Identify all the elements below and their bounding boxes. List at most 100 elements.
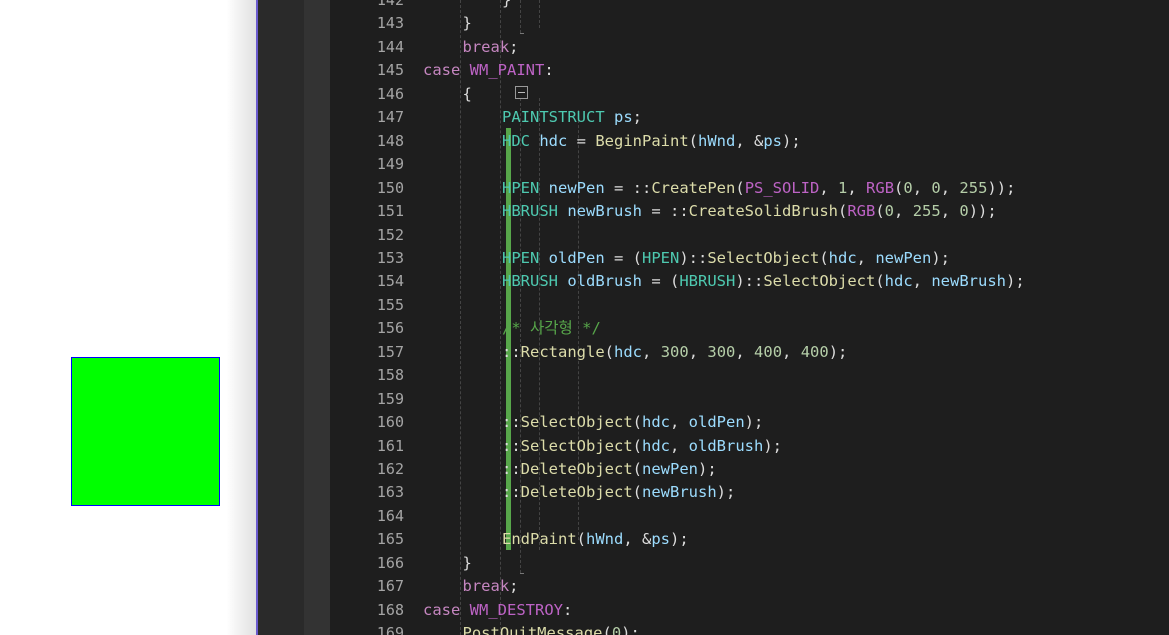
line-number: 153 — [376, 248, 404, 267]
line-number: 163 — [376, 483, 404, 502]
code-token: hdc — [642, 413, 670, 432]
line-number: 149 — [376, 155, 404, 174]
code-line[interactable]: 149 — [330, 153, 1169, 176]
code-text: PAINTSTRUCT ps; — [502, 106, 642, 129]
line-number: 165 — [376, 530, 404, 549]
code-token: ps — [614, 108, 633, 127]
code-line[interactable]: 165 EndPaint(hWnd, &ps); — [330, 528, 1169, 551]
code-line[interactable]: 147 PAINTSTRUCT ps; — [330, 106, 1169, 129]
line-number: 147 — [376, 108, 404, 127]
code-token: , & — [735, 131, 764, 150]
code-area[interactable]: 142} 143} 144 break; 145 case WM_PAINT: 146{14… — [330, 0, 1169, 635]
code-token: PostQuitMessage — [462, 624, 603, 635]
code-line[interactable]: 157::Rectangle(hdc, 300, 300, 400, 400); — [330, 341, 1169, 364]
code-token: HBRUSH — [502, 272, 558, 291]
code-token: = ( — [604, 248, 642, 267]
line-number: 166 — [376, 553, 404, 572]
code-line[interactable]: 155 — [330, 294, 1169, 317]
code-token: )); — [968, 202, 997, 221]
line-number: 161 — [376, 436, 404, 455]
code-token: = ( — [642, 272, 680, 291]
editor-gutter-strip — [258, 0, 304, 635]
code-token: EndPaint — [502, 530, 577, 549]
code-line[interactable]: 148 HDC hdc = BeginPaint(hWnd, &ps); — [330, 130, 1169, 153]
code-token: newPen — [548, 178, 605, 197]
code-line[interactable]: 168 case WM_DESTROY: — [330, 599, 1169, 622]
code-token: oldBrush — [688, 436, 764, 455]
window-shadow — [226, 0, 256, 635]
line-number: 155 — [376, 295, 404, 314]
code-token: DeleteObject — [520, 483, 633, 502]
code-line[interactable]: 160::SelectObject(hdc, oldPen); — [330, 411, 1169, 434]
code-token: ); — [621, 624, 640, 635]
code-line[interactable]: 146 { — [330, 83, 1169, 106]
code-token: newBrush — [567, 202, 642, 221]
code-token: SelectObject — [520, 436, 633, 455]
code-line[interactable]: 159 — [330, 388, 1169, 411]
code-text: HPEN newPen = ::CreatePen(PS_SOLID, 1, R… — [502, 177, 1015, 200]
line-number: 162 — [376, 460, 404, 478]
code-line[interactable]: 162::DeleteObject(newPen); — [330, 458, 1169, 481]
code-line[interactable]: 169 PostQuitMessage(0); — [330, 622, 1169, 635]
code-token: = — [567, 131, 596, 150]
code-line[interactable]: 163::DeleteObject(newBrush); — [330, 481, 1169, 504]
code-token: hdc — [614, 342, 643, 361]
code-line[interactable]: 164 — [330, 505, 1169, 528]
code-editor[interactable]: 142} 143} 144 break; 145 case WM_PAINT: 146{14… — [256, 0, 1169, 635]
code-line[interactable]: 150 HPEN newPen = ::CreatePen(PS_SOLID, 1… — [330, 177, 1169, 200]
code-line[interactable]: 161::SelectObject(hdc, oldBrush); — [330, 435, 1169, 458]
code-token: ); — [698, 460, 717, 478]
code-line[interactable]: 142} — [330, 0, 1169, 12]
code-text: PostQuitMessage(0); — [463, 622, 640, 635]
code-token: , & — [623, 530, 652, 549]
code-token: , — [688, 342, 708, 361]
code-text: EndPaint(hWnd, &ps); — [502, 528, 689, 551]
code-token: 0 — [931, 178, 941, 197]
code-line[interactable]: 156 /* 사각형 */ — [330, 317, 1169, 340]
code-token: , — [642, 342, 661, 361]
code-token: 400 — [800, 342, 829, 361]
code-token: BeginPaint — [595, 131, 689, 150]
code-token: , — [819, 178, 839, 197]
code-token: ( — [602, 624, 612, 635]
code-token: , — [912, 272, 932, 291]
line-number: 160 — [376, 413, 404, 432]
code-line[interactable]: 158 — [330, 364, 1169, 387]
line-number: 164 — [376, 506, 404, 525]
code-line[interactable]: 154 HBRUSH oldBrush = (HBRUSH)::SelectObj… — [330, 270, 1169, 293]
code-text: HDC hdc = BeginPaint(hWnd, &ps); — [502, 130, 801, 153]
code-token: newPen — [875, 248, 932, 267]
code-line[interactable]: 143} — [330, 12, 1169, 35]
code-token: ( — [837, 202, 848, 221]
code-token: ):: — [679, 248, 708, 267]
code-token: ; — [509, 577, 519, 596]
code-token: , — [847, 178, 867, 197]
code-token: ( — [688, 131, 699, 150]
code-line[interactable]: 167 break; — [330, 575, 1169, 598]
code-token: ):: — [735, 272, 764, 291]
code-line[interactable]: 144 break; — [330, 36, 1169, 59]
code-token: , — [940, 178, 960, 197]
code-token: ps — [763, 131, 783, 150]
code-token: SelectObject — [763, 272, 876, 291]
code-line[interactable]: 153 HPEN oldPen = (HPEN)::SelectObject(hd… — [330, 247, 1169, 270]
code-line[interactable]: 151 HBRUSH newBrush = ::CreateSolidBrush(… — [330, 200, 1169, 223]
code-token: DeleteObject — [520, 460, 633, 478]
code-token: hdc — [884, 272, 913, 291]
code-token: 255 — [959, 178, 988, 197]
code-token: ( — [875, 202, 885, 221]
code-token: Rectangle — [520, 342, 605, 361]
code-text: break; — [463, 36, 519, 59]
code-token: RGB — [847, 202, 876, 221]
code-line[interactable]: 152 — [330, 224, 1169, 247]
code-token: HPEN — [502, 248, 540, 267]
line-number: 142 — [376, 0, 404, 9]
code-line[interactable]: 166} — [330, 552, 1169, 575]
code-line[interactable]: 145 case WM_PAINT: — [330, 59, 1169, 82]
code-text: ::DeleteObject(newBrush); — [502, 481, 735, 504]
code-token: ps — [651, 530, 670, 549]
line-number: 145 — [376, 61, 404, 80]
line-number: 146 — [376, 84, 404, 103]
code-token: case — [423, 600, 470, 619]
